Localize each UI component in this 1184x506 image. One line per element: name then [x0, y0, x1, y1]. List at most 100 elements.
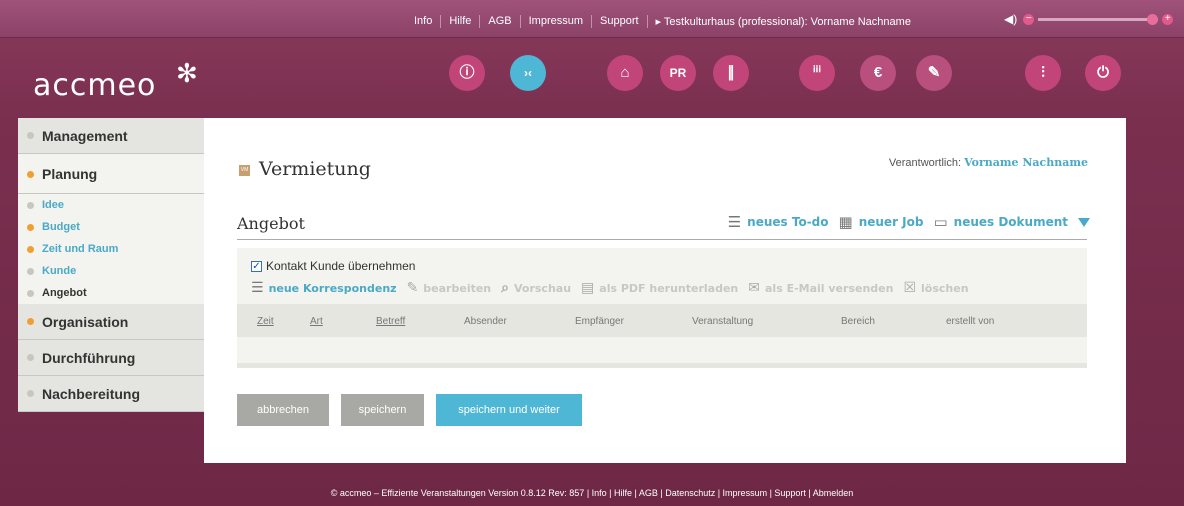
footer: © accmeo – Effiziente Veranstaltungen Ve…: [330, 488, 854, 498]
responsible-person: Verantwortlich: Vorname Nachname: [889, 156, 1088, 169]
sidebar-item-durchfuehrung[interactable]: Durchführung: [18, 340, 204, 376]
new-document-button[interactable]: ▭ neues Dokument: [933, 213, 1068, 231]
new-document-label: neues Dokument: [953, 215, 1068, 229]
paperclip-icon[interactable]: ∥: [713, 55, 749, 91]
edit-label: bearbeiten: [423, 281, 492, 295]
power-icon[interactable]: ⏻: [1085, 55, 1121, 91]
email-send-button[interactable]: ✉ als E-Mail versenden: [748, 280, 893, 296]
edit-button[interactable]: ✎ bearbeiten: [407, 280, 492, 296]
bullet-icon: [27, 354, 34, 361]
column-zeit[interactable]: Zeit: [257, 316, 274, 327]
volume-slider-knob[interactable]: [1147, 13, 1159, 25]
column-absender: Absender: [464, 316, 507, 327]
preview-icon: ⌕: [501, 280, 509, 296]
new-job-label: neuer Job: [858, 215, 924, 229]
column-veranstaltung: Veranstaltung: [692, 316, 754, 327]
new-todo-label: neues To-do: [747, 215, 829, 229]
top-link-impressum[interactable]: Impressum: [521, 15, 593, 28]
euro-icon[interactable]: €: [860, 55, 896, 91]
section-actions: ☰ neues To-do ▦ neuer Job ▭ neues Dokume…: [718, 213, 1090, 231]
page-title: Vermietung: [259, 158, 371, 180]
new-job-button[interactable]: ▦ neuer Job: [839, 213, 924, 231]
sidebar-item-label: Idee: [42, 199, 65, 211]
volume-down-button[interactable]: −: [1023, 13, 1035, 25]
logo[interactable]: accmeo: [33, 68, 156, 103]
volume-control: ◀) − +: [1004, 12, 1174, 26]
cancel-button[interactable]: abbrechen: [237, 394, 329, 426]
sidebar-item-budget[interactable]: Budget: [18, 216, 204, 238]
home-icon[interactable]: ⌂: [607, 55, 643, 91]
bullet-icon: [27, 290, 34, 297]
sidebar-item-organisation[interactable]: Organisation: [18, 304, 204, 340]
save-button[interactable]: speichern: [341, 394, 424, 426]
delete-icon: ☒: [903, 280, 917, 296]
email-icon: ✉: [748, 280, 760, 296]
column-betreff[interactable]: Betreff: [376, 316, 405, 327]
responsible-name-link[interactable]: Vorname Nachname: [964, 156, 1088, 169]
pdf-icon: ▤: [581, 280, 595, 296]
new-todo-button[interactable]: ☰ neues To-do: [728, 213, 829, 231]
account-switcher[interactable]: ▸ Testkulturhaus (professional): Vorname…: [648, 15, 919, 28]
column-erstellt-von: erstellt von: [946, 316, 995, 327]
top-bar: Info Hilfe AGB Impressum Support ▸ Testk…: [0, 0, 1184, 38]
people-icon[interactable]: ⁱⁱⁱ: [799, 55, 835, 91]
pdf-download-button[interactable]: ▤ als PDF herunterladen: [581, 280, 738, 296]
bullet-icon: [27, 246, 34, 253]
preview-label: Vorschau: [513, 281, 572, 295]
sidebar-item-label: Zeit und Raum: [42, 243, 119, 255]
edit-icon: ✎: [406, 280, 419, 296]
settings-sliders-icon[interactable]: ⫶: [1025, 55, 1061, 91]
new-correspondence-label: neue Korrespondenz: [268, 281, 397, 295]
checkbox-label: Kontakt Kunde übernehmen: [266, 259, 416, 273]
collapse-icon[interactable]: ›‹: [510, 55, 546, 91]
expand-triangle-icon[interactable]: [1078, 217, 1090, 227]
delete-button[interactable]: ☒ löschen: [903, 280, 968, 296]
top-link-info[interactable]: Info: [406, 15, 442, 28]
pdf-download-label: als PDF herunterladen: [599, 281, 739, 295]
volume-up-button[interactable]: +: [1162, 13, 1174, 25]
sidebar-item-label: Kunde: [42, 265, 77, 277]
take-customer-contact-checkbox[interactable]: ✓ Kontakt Kunde übernehmen: [251, 259, 415, 273]
sidebar-item-label: Budget: [42, 221, 80, 233]
juggler-logo-icon: ✻: [176, 58, 198, 88]
sidebar-item-kunde[interactable]: Kunde: [18, 260, 204, 282]
bullet-icon: [27, 132, 34, 139]
sidebar-item-planung[interactable]: Planung: [18, 154, 204, 194]
sidebar-item-nachbereitung[interactable]: Nachbereitung: [18, 376, 204, 412]
sidebar-item-zeit-und-raum[interactable]: Zeit und Raum: [18, 238, 204, 260]
volume-slider[interactable]: [1038, 13, 1159, 25]
checkbox-checked-icon[interactable]: ✓: [251, 260, 262, 272]
preview-button[interactable]: ⌕ Vorschau: [501, 280, 571, 296]
correspondence-box: ✓ Kontakt Kunde übernehmen ☰ neue Korres…: [237, 248, 1087, 368]
ticket-icon[interactable]: ✎: [916, 55, 952, 91]
sidebar-item-management[interactable]: Management: [18, 118, 204, 154]
email-send-label: als E-Mail versenden: [765, 281, 894, 295]
column-art[interactable]: Art: [310, 316, 323, 327]
sidebar-item-label: Angebot: [42, 287, 87, 299]
info-icon[interactable]: ⓘ: [449, 55, 485, 91]
bullet-icon: [27, 318, 34, 325]
top-link-support[interactable]: Support: [592, 15, 648, 28]
column-empfaenger: Empfänger: [575, 316, 624, 327]
sidebar-item-label: Durchführung: [42, 350, 136, 366]
pr-icon[interactable]: PR: [660, 55, 696, 91]
column-bereich: Bereich: [841, 316, 875, 327]
sidebar-item-label: Planung: [42, 166, 98, 182]
save-and-continue-button[interactable]: speichern und weiter: [436, 394, 582, 426]
document-add-icon: ▭: [933, 213, 948, 231]
sidebar-item-label: Management: [42, 128, 128, 144]
calendar-add-icon: ▦: [838, 213, 853, 231]
top-link-agb[interactable]: AGB: [480, 15, 521, 28]
top-nav: Info Hilfe AGB Impressum Support ▸ Testk…: [406, 15, 919, 28]
top-link-hilfe[interactable]: Hilfe: [441, 15, 481, 28]
delete-label: löschen: [921, 281, 969, 295]
speaker-icon[interactable]: ◀): [1004, 12, 1017, 26]
sidebar-item-angebot[interactable]: Angebot: [18, 282, 204, 304]
new-correspondence-button[interactable]: ☰ neue Korrespondenz: [251, 280, 397, 296]
sidebar-item-idee[interactable]: Idee: [18, 194, 204, 216]
bullet-icon: [27, 202, 34, 209]
bullet-icon: [27, 171, 34, 178]
main-panel: VM Vermietung Verantwortlich: Vorname Na…: [204, 118, 1126, 463]
section-divider: [237, 239, 1087, 240]
document-add-icon: ☰: [251, 280, 264, 296]
